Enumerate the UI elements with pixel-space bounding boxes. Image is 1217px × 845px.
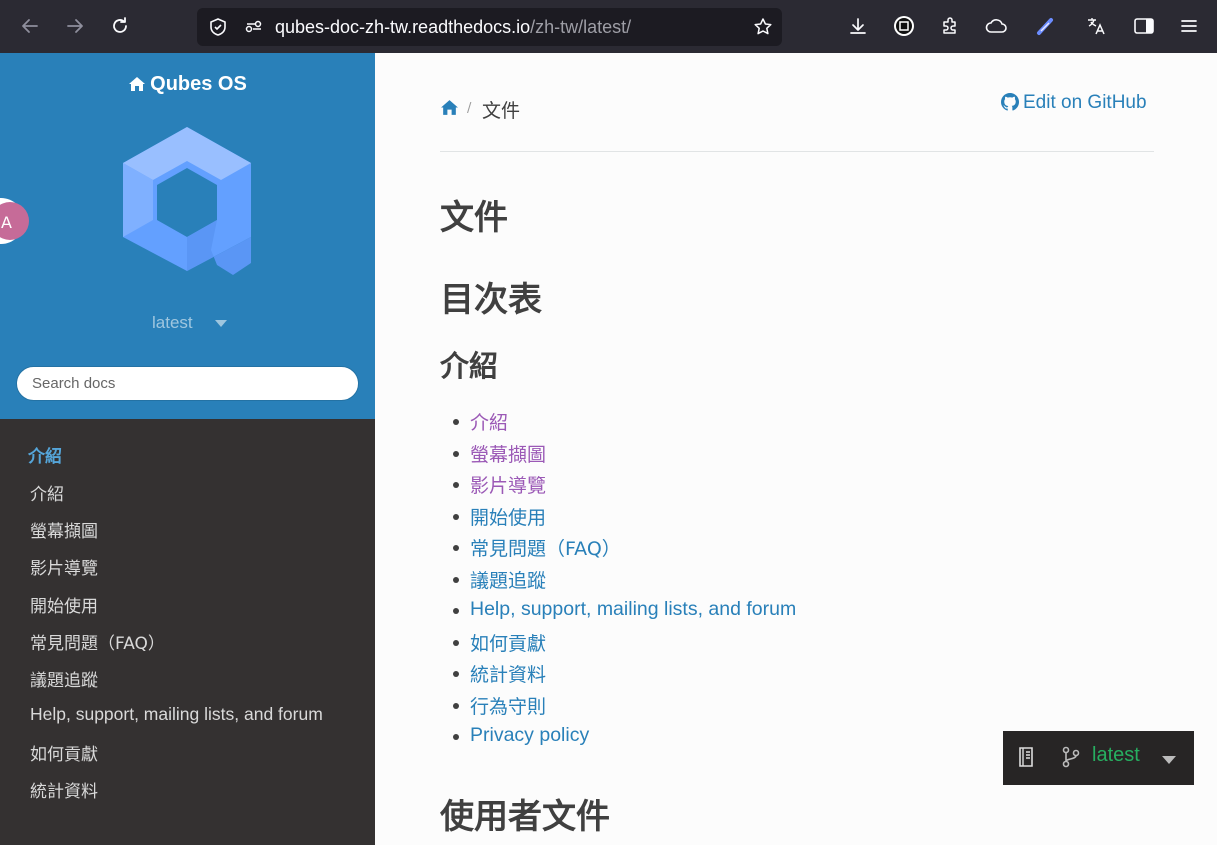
toc-link-label[interactable]: 統計資料 — [470, 664, 546, 686]
list-bullet — [453, 671, 459, 677]
readthedocs-flyout[interactable]: latest — [1003, 731, 1194, 785]
project-home-link[interactable]: Qubes OS — [0, 73, 375, 96]
git-branch-icon — [1060, 745, 1082, 773]
list-bullet — [453, 545, 459, 551]
back-arrow-icon[interactable] — [17, 13, 43, 39]
forward-arrow-icon[interactable] — [62, 13, 88, 39]
sidebar-item-intro[interactable]: 介紹 — [30, 480, 64, 505]
color-picker-icon[interactable] — [1033, 13, 1059, 39]
page-title: 文件 — [440, 198, 508, 238]
address-bar[interactable]: qubes-doc-zh-tw.readthedocs.io/zh-tw/lat… — [197, 8, 782, 46]
sidebar-item-screenshots[interactable]: 螢幕擷圖 — [30, 517, 98, 542]
github-icon — [1001, 93, 1019, 111]
toc-link-label[interactable]: 介紹 — [470, 412, 508, 434]
list-bullet — [453, 514, 459, 520]
nav-caption: 介紹 — [28, 447, 62, 467]
cloud-icon[interactable] — [983, 13, 1009, 39]
sidebar-item-getting-started[interactable]: 開始使用 — [30, 592, 98, 617]
breadcrumb-home-icon[interactable] — [440, 99, 459, 120]
extension-badge-icon[interactable] — [891, 13, 917, 39]
sidebar-item-statistics[interactable]: 統計資料 — [30, 777, 98, 802]
reload-icon[interactable] — [107, 13, 133, 39]
toc-link-issue-tracking[interactable]: 議題追蹤 — [470, 566, 546, 593]
toc-link-label[interactable]: 行為守則 — [470, 696, 546, 718]
shield-icon[interactable] — [205, 14, 231, 40]
toc-link-screenshots[interactable]: 螢幕擷圖 — [470, 440, 546, 467]
flyout-version: latest — [1092, 744, 1140, 766]
toc-link-faq[interactable]: 常見問題（FAQ） — [470, 534, 621, 561]
bookmark-star-icon[interactable] — [750, 14, 776, 40]
toc-link-code-of-conduct[interactable]: 行為守則 — [470, 692, 546, 719]
search-input[interactable] — [16, 366, 359, 401]
toc-link-label[interactable]: 常見問題（FAQ） — [470, 538, 621, 560]
section-heading-intro: 介紹 — [440, 349, 499, 383]
toc-link-label[interactable]: 開始使用 — [470, 507, 546, 529]
toc-link-label[interactable]: Help, support, mailing lists, and forum — [470, 598, 796, 620]
site-permissions-icon[interactable] — [240, 14, 266, 40]
qubes-logo — [121, 125, 261, 279]
sidebar-item-contribute[interactable]: 如何貢獻 — [30, 740, 98, 765]
toc-link-intro[interactable]: 介紹 — [470, 408, 508, 435]
extensions-puzzle-icon[interactable] — [937, 13, 963, 39]
list-bullet — [453, 608, 459, 614]
toc-link-label[interactable]: 議題追蹤 — [470, 570, 546, 592]
translate-icon[interactable] — [1083, 13, 1109, 39]
list-bullet — [453, 640, 459, 646]
project-name: Qubes OS — [150, 73, 247, 95]
menu-hamburger-icon[interactable] — [1176, 13, 1202, 39]
breadcrumb-current: 文件 — [482, 100, 521, 122]
translate-floating-button[interactable]: A — [0, 198, 29, 244]
toc-link-getting-started[interactable]: 開始使用 — [470, 503, 546, 530]
sidebar-item-video-tours[interactable]: 影片導覽 — [30, 554, 98, 579]
translate-badge-icon: A — [0, 202, 29, 240]
toc-link-contribute[interactable]: 如何貢獻 — [470, 629, 546, 656]
url-host: qubes-doc-zh-tw.readthedocs.io — [275, 17, 531, 37]
sidebar-item-issue-tracking[interactable]: 議題追蹤 — [30, 666, 98, 691]
url-path: /zh-tw/latest/ — [530, 17, 632, 37]
toc-link-video-tours[interactable]: 影片導覽 — [470, 471, 546, 498]
list-bullet — [453, 734, 459, 740]
toc-link-help-support[interactable]: Help, support, mailing lists, and forum — [470, 598, 796, 621]
svg-text:A: A — [1, 213, 12, 232]
sidebar-item-help-support[interactable]: Help, support, mailing lists, and forum — [30, 704, 323, 725]
toc-link-statistics[interactable]: 統計資料 — [470, 660, 546, 687]
sidebar-toggle-icon[interactable] — [1131, 13, 1157, 39]
toc-link-label[interactable]: 螢幕擷圖 — [470, 444, 546, 466]
list-bullet — [453, 451, 459, 457]
edit-on-github-link[interactable]: Edit on GitHub — [1001, 92, 1147, 114]
list-bullet — [453, 577, 459, 583]
section-heading-user-docs: 使用者文件 — [440, 797, 610, 837]
toc-link-label[interactable]: 影片導覽 — [470, 475, 546, 497]
list-bullet — [453, 482, 459, 488]
toc-link-label[interactable]: Privacy policy — [470, 724, 589, 746]
list-bullet — [453, 419, 459, 425]
browser-toolbar: qubes-doc-zh-tw.readthedocs.io/zh-tw/lat… — [0, 0, 1217, 53]
caret-down-icon — [1162, 756, 1176, 764]
sidebar-item-faq[interactable]: 常見問題（FAQ） — [30, 629, 165, 654]
download-icon[interactable] — [845, 13, 871, 39]
toc-heading: 目次表 — [440, 280, 542, 320]
toc-link-label[interactable]: 如何貢獻 — [470, 633, 546, 655]
version-selector[interactable]: latest — [152, 313, 193, 333]
breadcrumb-separator: / — [467, 101, 472, 116]
edit-on-github-label: Edit on GitHub — [1023, 92, 1147, 113]
toc-link-privacy-policy[interactable]: Privacy policy — [470, 724, 589, 747]
book-icon — [1017, 745, 1037, 773]
caret-down-icon[interactable] — [215, 320, 227, 327]
url-text[interactable]: qubes-doc-zh-tw.readthedocs.io/zh-tw/lat… — [275, 17, 631, 38]
list-bullet — [453, 703, 459, 709]
divider — [440, 151, 1154, 152]
home-icon — [129, 77, 146, 91]
